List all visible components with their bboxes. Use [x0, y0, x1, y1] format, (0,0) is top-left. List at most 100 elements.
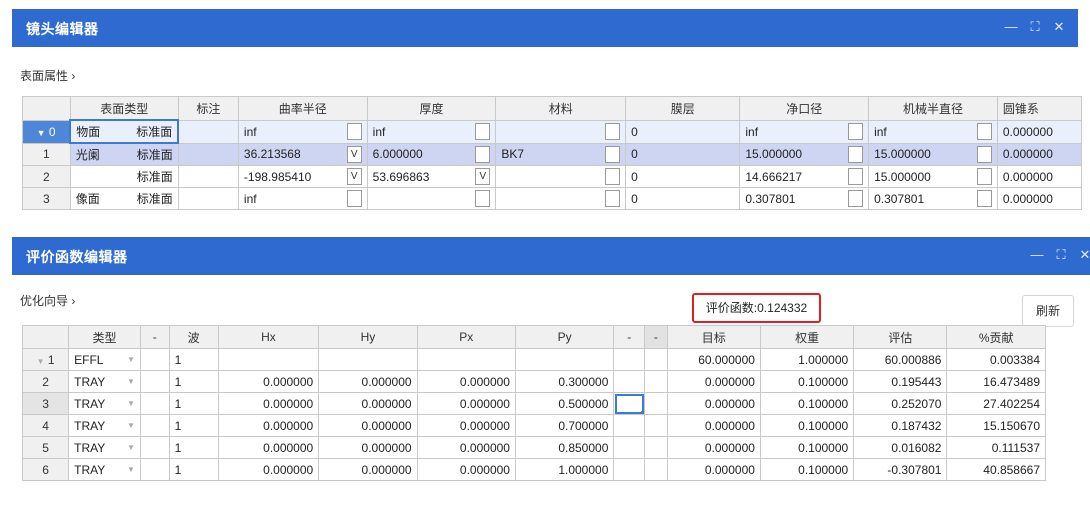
blank-cell[interactable]	[644, 348, 668, 371]
blank-cell[interactable]	[644, 370, 668, 393]
row-header[interactable]: 3	[22, 187, 71, 210]
solve-button[interactable]	[475, 123, 491, 140]
mech-semidiameter-cell[interactable]: 15.000000	[868, 165, 998, 188]
weight-cell[interactable]: 0.100000	[759, 414, 855, 437]
row-header[interactable]: 5	[21, 436, 70, 459]
comment-cell[interactable]	[177, 187, 239, 210]
dropdown-icon[interactable]: ▼	[127, 399, 135, 408]
column-header[interactable]: 机械半直径	[868, 96, 998, 121]
operand-row[interactable]: 5 TRAY ▼ 1 0.000000 0.000000 0.000000 0.8…	[21, 436, 1046, 459]
radius-cell[interactable]: -198.985410 V	[237, 165, 368, 188]
hx-cell[interactable]: 0.000000	[217, 458, 320, 481]
solve-button[interactable]	[346, 123, 362, 140]
solve-button[interactable]	[848, 190, 864, 207]
row-header[interactable]: 2	[21, 370, 70, 393]
row-header[interactable]: 4	[21, 414, 70, 437]
operand-row[interactable]: ▼ 1 EFFL ▼ 1 60.000000 1.000000 60.000886…	[21, 348, 1046, 371]
row-expand-icon[interactable]: ▼	[37, 357, 45, 366]
thickness-cell[interactable]: 6.000000	[366, 142, 497, 166]
column-header[interactable]: -	[613, 325, 646, 349]
solve-button[interactable]	[976, 190, 992, 207]
surface-properties-toggle[interactable]: 表面属性 ›	[20, 67, 75, 84]
solve-button[interactable]	[976, 145, 992, 163]
target-cell[interactable]: 0.000000	[666, 370, 761, 393]
contribution-cell[interactable]: 0.111537	[946, 436, 1046, 459]
material-cell[interactable]	[495, 165, 627, 188]
solve-button[interactable]	[605, 168, 621, 185]
px-cell[interactable]: 0.000000	[416, 436, 516, 459]
wave-cell[interactable]: 1	[168, 436, 219, 459]
operand-row[interactable]: 2 TRAY ▼ 1 0.000000 0.000000 0.000000 0.3…	[21, 370, 1046, 393]
comment-cell[interactable]	[177, 165, 239, 188]
radius-cell[interactable]: inf	[237, 187, 368, 210]
contribution-cell[interactable]: 40.858667	[946, 458, 1046, 481]
solve-button[interactable]	[475, 145, 491, 163]
solve-button[interactable]: V	[346, 145, 362, 163]
operand-type-cell[interactable]: TRAY ▼	[68, 414, 141, 437]
solve-button[interactable]	[605, 190, 621, 207]
row-header[interactable]: ▼ 1	[21, 348, 70, 371]
solve-button[interactable]	[605, 145, 621, 163]
solve-button[interactable]	[848, 145, 864, 163]
coating-cell[interactable]: 0	[625, 119, 741, 144]
column-header[interactable]: %贡献	[946, 325, 1046, 349]
blank-cell[interactable]	[613, 348, 646, 371]
py-cell[interactable]: 1.000000	[514, 458, 615, 481]
comment-cell[interactable]	[177, 119, 239, 144]
conic-cell[interactable]: 0.000000	[996, 119, 1083, 144]
blank-cell[interactable]	[139, 414, 170, 437]
column-header[interactable]: Py	[514, 325, 615, 349]
surface-type-cell[interactable]: 物面 标准面	[69, 119, 180, 144]
py-cell[interactable]: 0.300000	[514, 370, 615, 393]
value-cell[interactable]: 60.000886	[853, 348, 948, 371]
radius-cell[interactable]: inf	[237, 119, 368, 144]
clear-aperture-cell[interactable]: 15.000000	[739, 142, 870, 166]
column-header[interactable]: 权重	[759, 325, 855, 349]
column-header[interactable]: Hx	[217, 325, 320, 349]
dropdown-icon[interactable]: ▼	[127, 355, 135, 364]
wave-cell[interactable]: 1	[168, 348, 219, 371]
refresh-button[interactable]: 刷新	[1022, 295, 1074, 327]
minimize-icon[interactable]: —	[1004, 19, 1018, 35]
target-cell[interactable]: 60.000000	[666, 348, 761, 371]
px-cell[interactable]: 0.000000	[416, 370, 516, 393]
solve-button[interactable]	[848, 168, 864, 185]
surface-row[interactable]: 3 像面 标准面 inf 0 0.307801 0.307801 0.000000	[22, 187, 1083, 210]
surface-type-cell[interactable]: 光阑 标准面	[69, 142, 179, 166]
solve-button[interactable]	[976, 123, 992, 140]
blank-cell[interactable]	[613, 370, 646, 393]
thickness-cell[interactable]	[366, 187, 497, 210]
thickness-cell[interactable]: 53.696863 V	[366, 165, 497, 188]
surface-row[interactable]: ▼ 0 物面 标准面 inf inf 0 inf inf 0.000000	[22, 119, 1083, 144]
solve-button[interactable]	[848, 123, 864, 140]
operand-type-cell[interactable]: TRAY ▼	[68, 370, 141, 393]
maximize-icon[interactable]: ⛶	[1028, 19, 1042, 35]
row-header[interactable]: ▼ 0	[22, 119, 71, 144]
blank-cell[interactable]	[613, 436, 646, 459]
blank-cell[interactable]	[139, 392, 170, 415]
py-cell[interactable]: 0.850000	[514, 436, 615, 459]
hx-cell[interactable]: 0.000000	[217, 414, 320, 437]
operand-row[interactable]: 4 TRAY ▼ 1 0.000000 0.000000 0.000000 0.7…	[21, 414, 1046, 437]
solve-button[interactable]: V	[346, 168, 362, 185]
clear-aperture-cell[interactable]: inf	[739, 119, 870, 144]
contribution-cell[interactable]: 0.003384	[946, 348, 1046, 371]
dropdown-icon[interactable]: ▼	[127, 443, 135, 452]
clear-aperture-cell[interactable]: 14.666217	[739, 165, 870, 188]
row-expand-icon[interactable]: ▼	[37, 128, 46, 138]
blank-cell[interactable]	[644, 436, 668, 459]
blank-cell[interactable]	[139, 348, 170, 371]
contribution-cell[interactable]: 15.150670	[946, 414, 1046, 437]
minimize-icon[interactable]: —	[1030, 247, 1044, 263]
maximize-icon[interactable]: ⛶	[1054, 247, 1068, 263]
column-header[interactable]: 标注	[177, 96, 239, 121]
py-cell[interactable]	[514, 348, 615, 371]
target-cell[interactable]: 0.000000	[666, 392, 761, 415]
blank-cell[interactable]	[139, 370, 170, 393]
hy-cell[interactable]: 0.000000	[318, 370, 418, 393]
coating-cell[interactable]: 0	[625, 142, 741, 166]
hx-cell[interactable]	[217, 348, 320, 371]
solve-button[interactable]	[976, 168, 992, 185]
target-cell[interactable]: 0.000000	[666, 458, 761, 481]
hy-cell[interactable]: 0.000000	[318, 458, 418, 481]
